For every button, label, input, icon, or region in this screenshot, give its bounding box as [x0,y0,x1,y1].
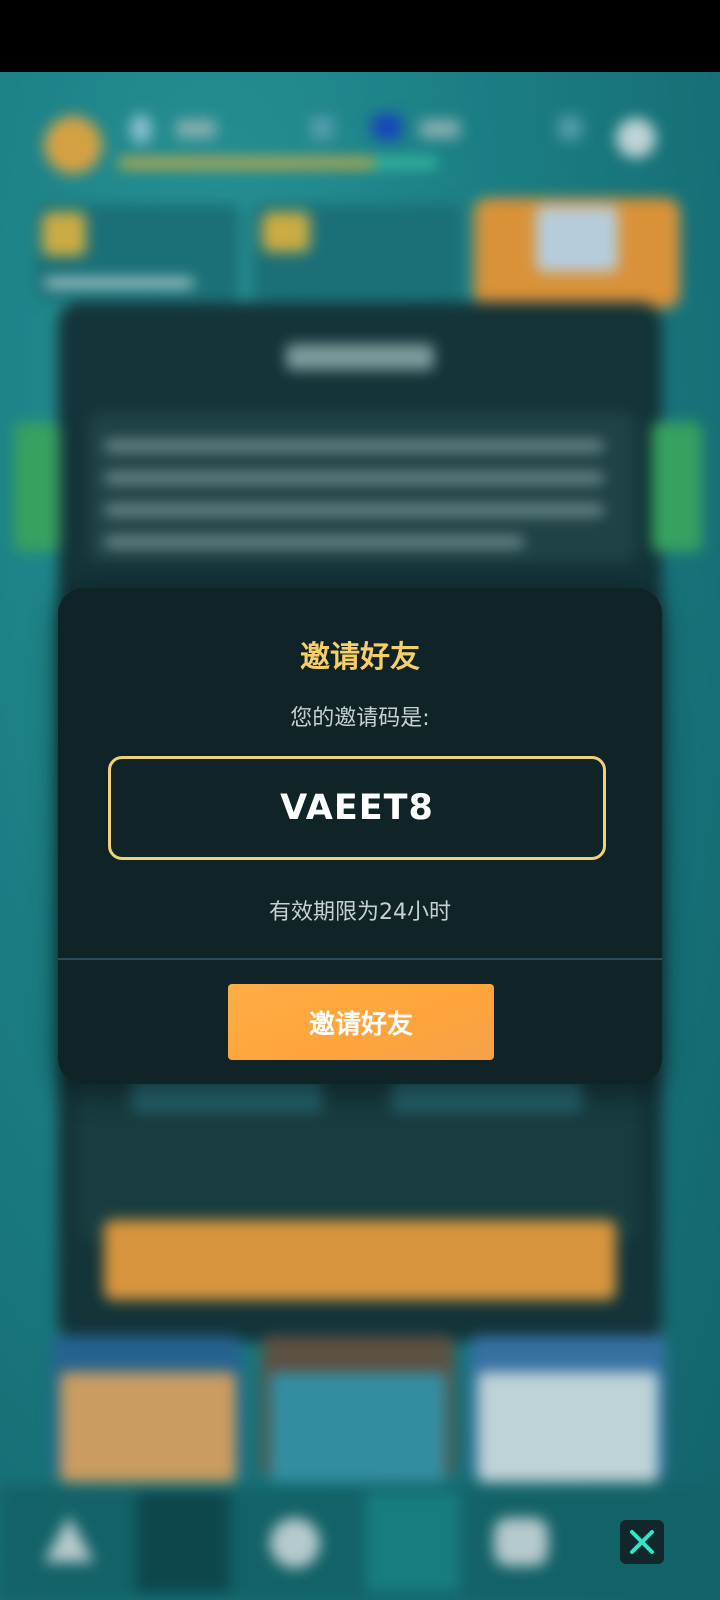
invite-friend-button[interactable]: 邀请好友 [228,984,494,1060]
close-icon[interactable] [620,1520,664,1564]
status-bar [0,0,720,72]
divider [58,958,662,960]
invite-code-value: VAEET8 [280,788,434,828]
invite-friend-button-label: 邀请好友 [308,1009,413,1040]
validity-text: 有效期限为24小时 [269,900,451,925]
invite-code-label: 您的邀请码是: [290,706,430,731]
dialog-title: 邀请好友 [300,640,420,675]
invite-friend-dialog: 邀请好友 您的邀请码是: VAEET8 有效期限为24小时 邀请好友 [58,588,662,1084]
invite-code-box[interactable]: VAEET8 [108,756,606,860]
close-icon-glyph [630,1530,654,1554]
